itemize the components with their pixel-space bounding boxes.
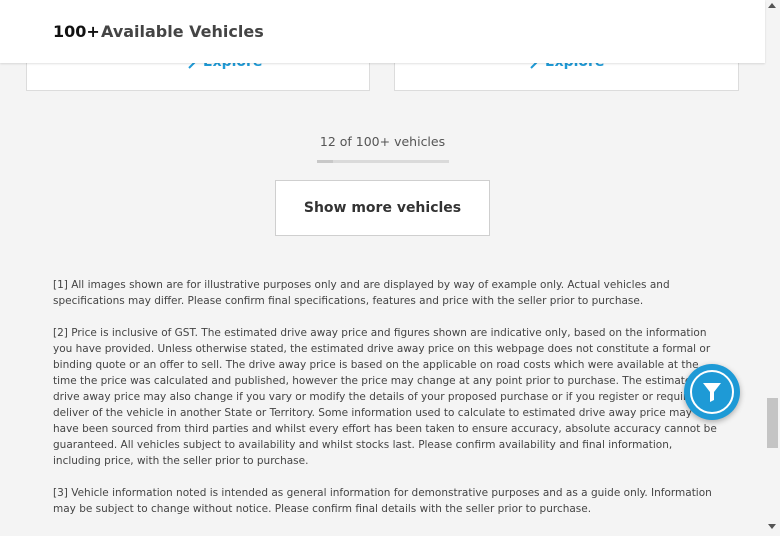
disclaimer-1: [1] All images shown are for illustrativ…: [53, 279, 670, 307]
scroll-down-arrow-icon[interactable]: [768, 524, 776, 529]
available-vehicles-label: Available Vehicles: [101, 22, 264, 41]
filter-icon: [703, 383, 721, 402]
filter-button-ring: [690, 370, 734, 414]
disclaimer-3: [3] Vehicle information noted is intende…: [53, 487, 712, 515]
show-more-vehicles-button[interactable]: Show more vehicles: [275, 180, 490, 236]
results-counter: 12 of 100+ vehicles: [319, 134, 446, 149]
scroll-up-arrow-icon[interactable]: [768, 3, 776, 8]
disclaimer-2: [2] Price is inclusive of GST. The estim…: [53, 327, 717, 467]
disclaimers: [1] All images shown are for illustrativ…: [53, 277, 718, 533]
results-progress-fill: [317, 160, 333, 163]
vehicle-count: 100+: [53, 22, 100, 41]
scrollbar-thumb[interactable]: [767, 398, 778, 448]
results-header: 100+ Available Vehicles: [0, 0, 765, 63]
page-scrollbar[interactable]: [765, 0, 780, 536]
results-progress-bar: [317, 160, 449, 163]
filter-button[interactable]: [684, 364, 740, 420]
